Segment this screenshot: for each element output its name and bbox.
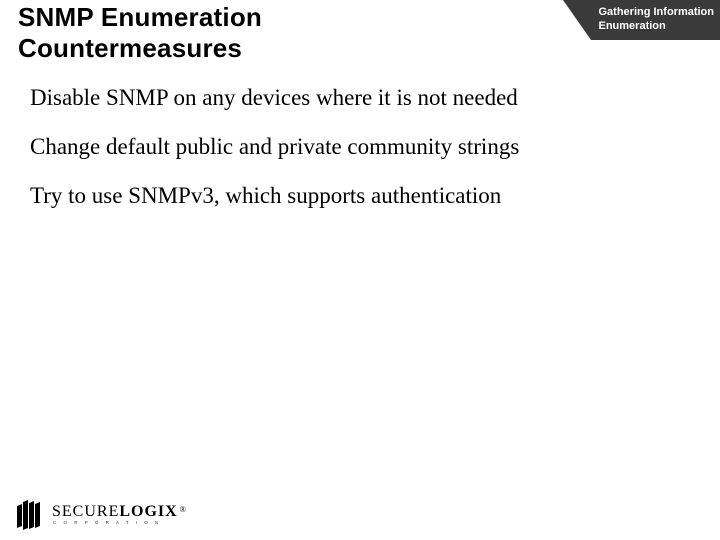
slide-header: SNMP Enumeration Countermeasures Gatheri… [0, 0, 720, 70]
title-line-1: SNMP Enumeration [18, 2, 262, 32]
footer-logo: SECURELOGIX® C O R P O R A T I O N [14, 500, 187, 530]
bullet-item: Disable SNMP on any devices where it is … [30, 82, 690, 113]
slide-body: Disable SNMP on any devices where it is … [30, 82, 690, 229]
brand-second: LOGIX [119, 505, 177, 519]
bullet-item: Change default public and private commun… [30, 131, 690, 162]
brand-first: SECURE [52, 505, 119, 519]
footer-brand-name: SECURELOGIX® [52, 505, 187, 519]
bullet-item: Try to use SNMPv3, which supports authen… [30, 180, 690, 211]
slide-title: SNMP Enumeration Countermeasures [18, 2, 262, 64]
section-tab: Gathering Information Enumeration [563, 0, 720, 40]
footer-logo-text: SECURELOGIX® C O R P O R A T I O N [52, 505, 187, 524]
title-line-2: Countermeasures [18, 33, 242, 63]
tab-line-1: Gathering Information [599, 6, 715, 20]
registered-symbol: ® [180, 506, 187, 513]
securelogix-mark-icon [14, 500, 50, 530]
slide-container: SNMP Enumeration Countermeasures Gatheri… [0, 0, 720, 540]
tab-label-box: Gathering Information Enumeration [591, 0, 720, 40]
footer-brand-sub: C O R P O R A T I O N [53, 521, 187, 525]
tab-line-2: Enumeration [599, 20, 715, 34]
tab-slant-shape [563, 0, 591, 40]
